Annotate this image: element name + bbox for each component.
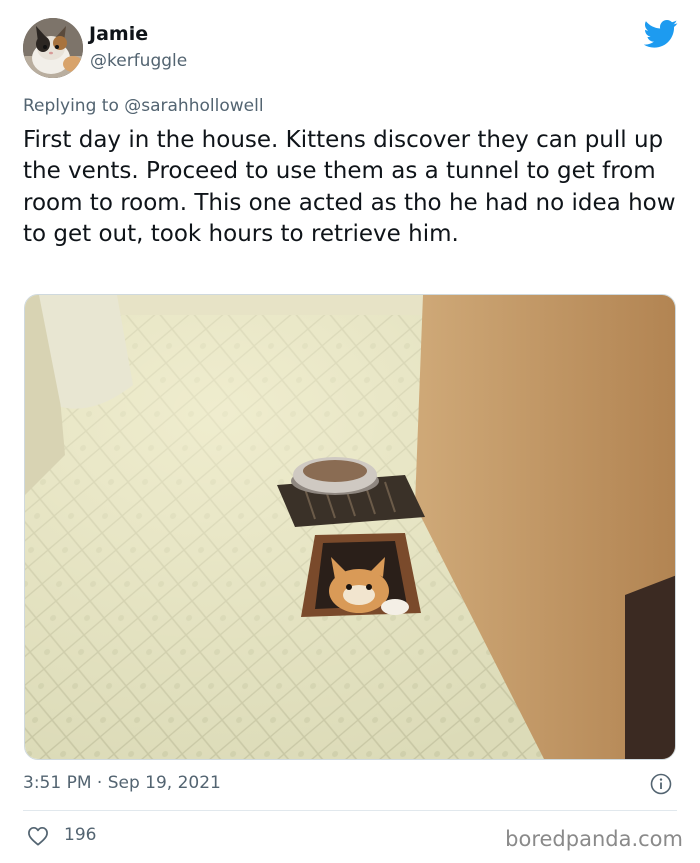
twitter-bird-icon[interactable] — [643, 19, 678, 49]
watermark: boredpanda.com — [505, 827, 683, 851]
avatar[interactable] — [23, 18, 83, 78]
author-handle[interactable]: @kerfuggle — [90, 51, 187, 71]
cat-avatar-image — [23, 18, 83, 78]
author-name[interactable]: Jamie — [89, 23, 148, 45]
heart-icon[interactable] — [27, 826, 49, 846]
tweet-timestamp[interactable]: 3:51 PM · Sep 19, 2021 — [23, 773, 221, 793]
kitten-vent-photo — [25, 295, 675, 759]
reply-prefix: Replying to — [23, 96, 125, 116]
divider — [23, 810, 677, 811]
tweet-text: First day in the house. Kittens discover… — [23, 127, 676, 247]
like-count[interactable]: 196 — [64, 825, 96, 845]
tweet-photo[interactable] — [24, 294, 676, 760]
reply-context: Replying to @sarahhollowell — [23, 96, 264, 116]
reply-mention-link[interactable]: @sarahhollowell — [124, 96, 263, 116]
info-icon[interactable] — [650, 773, 672, 795]
